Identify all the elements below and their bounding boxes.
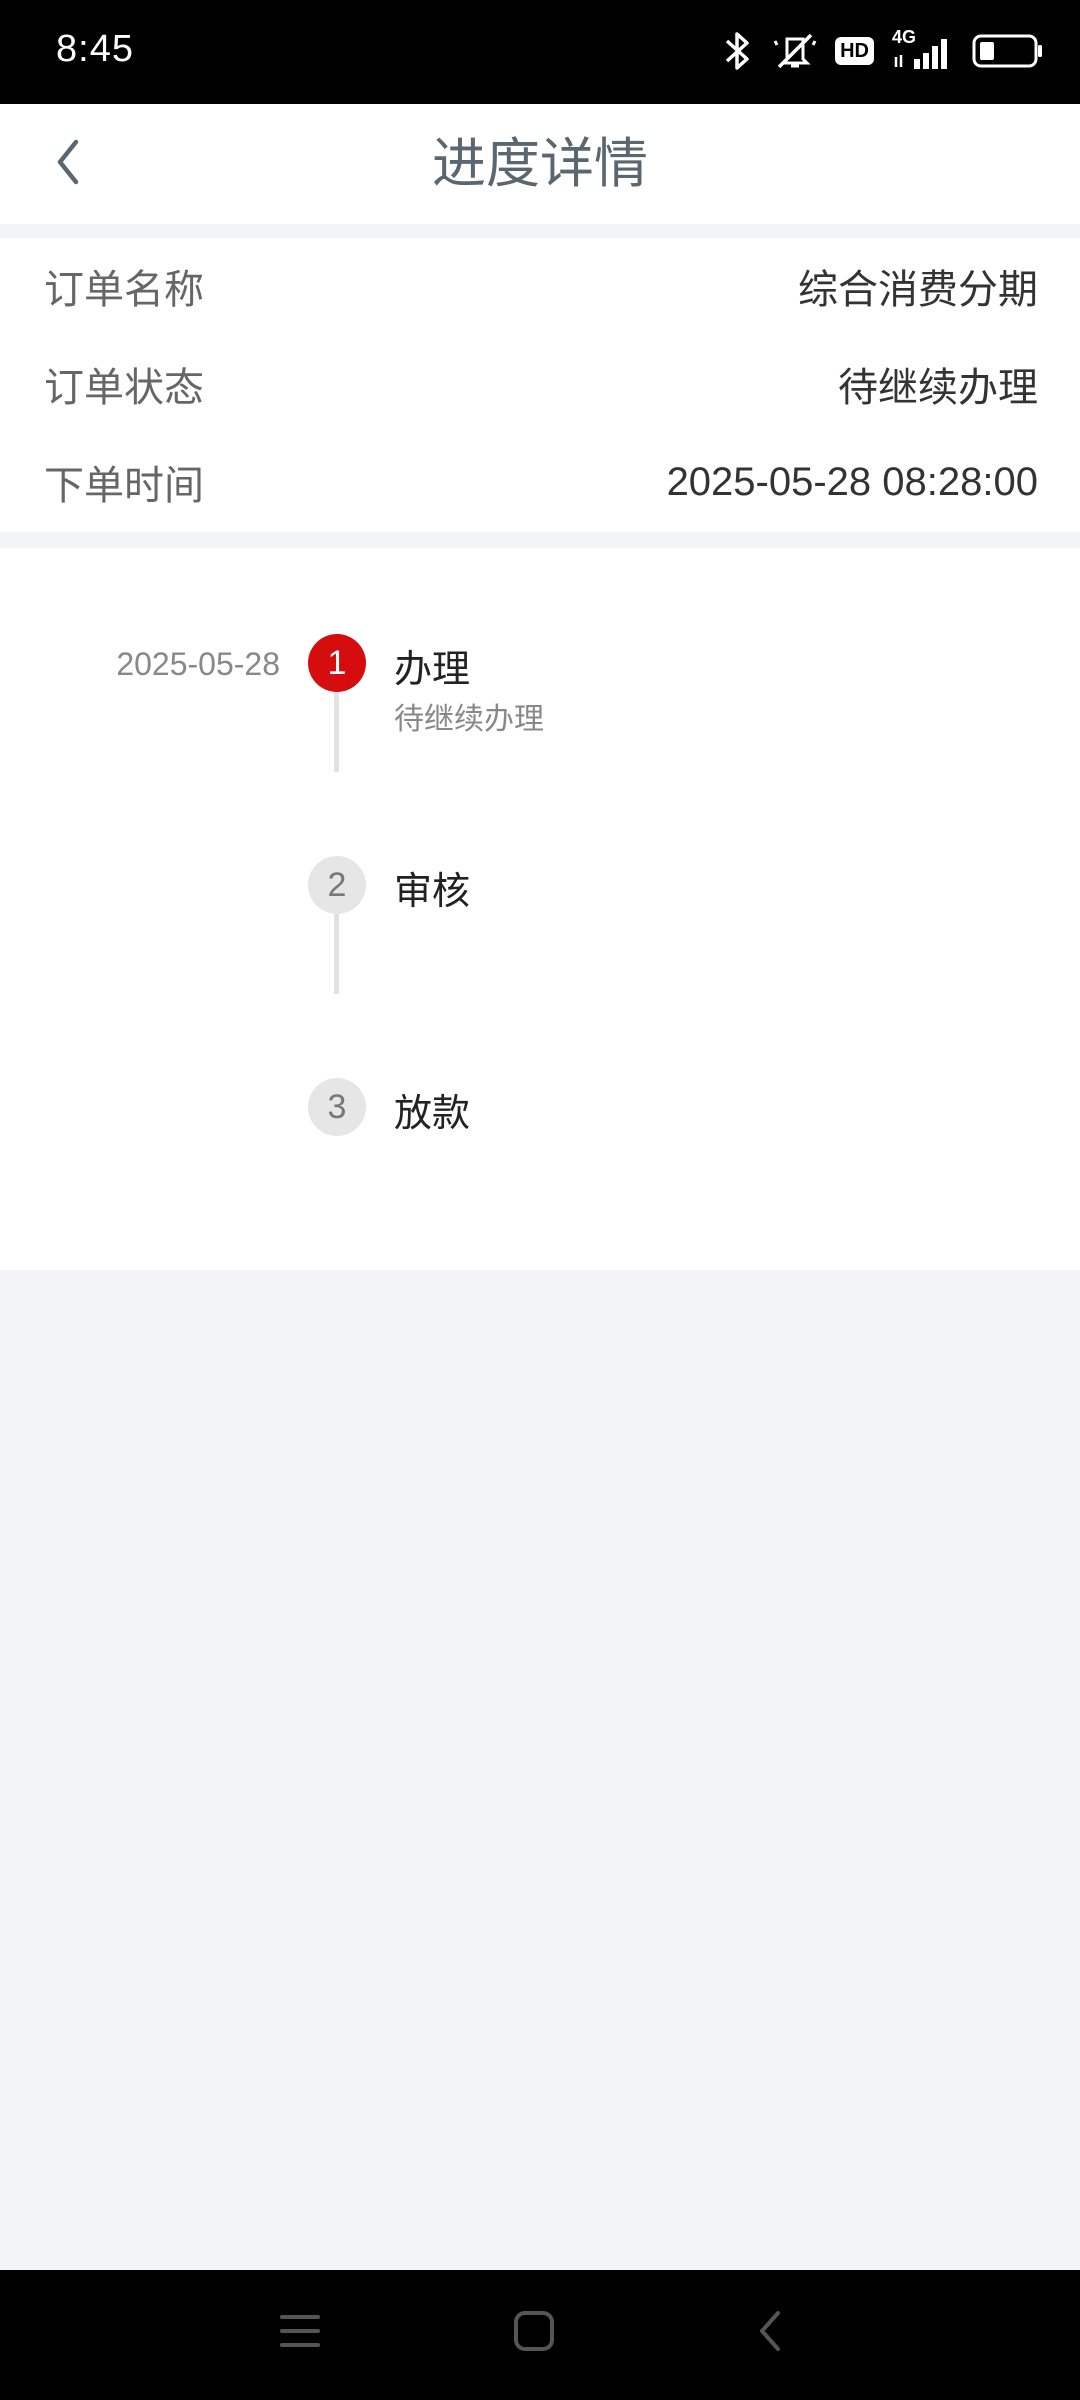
menu-icon bbox=[278, 2311, 322, 2355]
bluetooth-icon bbox=[721, 31, 755, 71]
nav-back-button[interactable] bbox=[730, 2298, 810, 2368]
hd-icon: HD bbox=[835, 37, 874, 65]
step-number-badge: 2 bbox=[308, 856, 366, 914]
step-title: 办理 bbox=[394, 647, 471, 691]
status-time: 8:45 bbox=[56, 28, 134, 70]
order-time-label: 下单时间 bbox=[44, 463, 204, 509]
home-square-icon bbox=[512, 2309, 556, 2357]
system-nav-bar bbox=[0, 2270, 1080, 2400]
progress-timeline: 2025-05-28 1 办理 待继续办理 2 审核 3 放款 bbox=[0, 548, 1080, 1270]
status-bar: 8:45 HD 4G bbox=[0, 0, 1080, 104]
step-title: 放款 bbox=[394, 1091, 471, 1135]
step-number-badge: 3 bbox=[308, 1078, 366, 1136]
order-name-value: 综合消费分期 bbox=[798, 267, 1038, 313]
step-date: 2025-05-28 bbox=[116, 646, 280, 682]
step-number-badge: 1 bbox=[308, 634, 366, 692]
order-time-row: 下单时间 2025-05-28 08:28:00 bbox=[44, 446, 1038, 518]
signal-4g-icon: 4G bbox=[892, 27, 954, 71]
mute-icon bbox=[773, 31, 817, 71]
order-name-label: 订单名称 bbox=[44, 267, 204, 313]
order-status-label: 订单状态 bbox=[44, 365, 204, 411]
step-title: 审核 bbox=[394, 869, 471, 913]
page-title: 进度详情 bbox=[432, 132, 648, 195]
order-time-value: 2025-05-28 08:28:00 bbox=[666, 459, 1038, 504]
chevron-left-icon bbox=[48, 134, 88, 194]
step-subtitle: 待继续办理 bbox=[394, 702, 544, 737]
battery-icon bbox=[972, 33, 1044, 69]
order-status-row: 订单状态 待继续办理 bbox=[44, 348, 1038, 420]
order-info-card: 订单名称 综合消费分期 订单状态 待继续办理 下单时间 2025-05-28 0… bbox=[0, 238, 1080, 532]
home-button[interactable] bbox=[494, 2298, 574, 2368]
order-name-row: 订单名称 综合消费分期 bbox=[44, 250, 1038, 322]
status-icons: HD 4G bbox=[721, 24, 1044, 78]
menu-button[interactable] bbox=[260, 2298, 340, 2368]
order-status-value: 待继续办理 bbox=[838, 365, 1038, 411]
back-button[interactable] bbox=[28, 124, 108, 204]
back-triangle-icon bbox=[750, 2307, 790, 2359]
app-header: 进度详情 bbox=[0, 104, 1080, 224]
